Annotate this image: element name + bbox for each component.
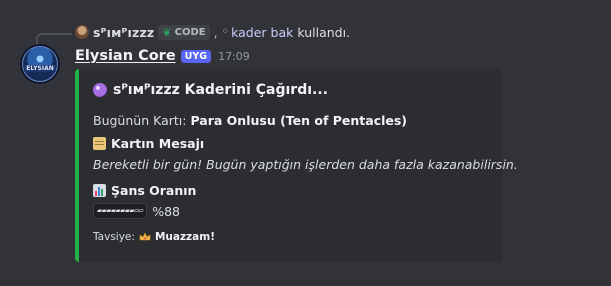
card-label: Bugünün Kartı: [93, 113, 187, 128]
message-header: Elysian Core UYG 17:09 [75, 46, 250, 66]
separator: , [213, 24, 218, 40]
slash-command[interactable]: ⁘ kader bak [222, 25, 294, 40]
luck-heading: Şans Oranın [93, 183, 196, 198]
replied-user-avatar[interactable] [75, 25, 89, 39]
recommendation: Tavsiye: Muazzam! [93, 231, 215, 243]
scroll-icon [93, 137, 106, 150]
crest-label: ELYSIAN [24, 65, 56, 72]
leaf-icon: ❦ [162, 25, 172, 39]
luck-progress-bar: ▰▰▰▰▰▰▰▰▱▱ [93, 203, 148, 219]
reply-reference[interactable]: ꜱᴾıмᴾızzz ❦ CODE , ⁘ kader bak kullandı. [75, 23, 350, 41]
crown-icon [139, 232, 151, 241]
elysian-crest-icon: ELYSIAN [22, 46, 58, 82]
luck-heading-text: Şans Oranın [111, 183, 197, 198]
command-chip[interactable]: ❦ CODE [158, 24, 210, 40]
recommend-value: Muazzam! [154, 231, 215, 243]
crystal-ball-icon [93, 83, 107, 97]
used-text: kullandı. [297, 24, 351, 40]
luck-line: ▰▰▰▰▰▰▰▰▱▱ %88 [93, 203, 180, 219]
message-heading: Kartın Mesajı [93, 136, 204, 151]
card-value: Para Onlusu (Ten of Pentacles) [190, 113, 408, 128]
embed-title-text: ꜱᴾıмᴾızzz Kaderini Çağırdı... [113, 82, 328, 98]
app-tag[interactable]: UYG [180, 49, 212, 63]
bot-avatar[interactable]: ELYSIAN [20, 44, 60, 84]
timestamp[interactable]: 17:09 [218, 50, 250, 63]
embed-title: ꜱᴾıмᴾızzz Kaderini Çağırdı... [93, 82, 328, 98]
slash-command-name: kader bak [231, 24, 294, 40]
bot-name[interactable]: Elysian Core [75, 48, 176, 64]
command-chip-label: CODE [174, 26, 206, 38]
recommend-label: Tavsiye: [93, 231, 135, 243]
replied-username[interactable]: ꜱᴾıмᴾızzz [93, 25, 154, 40]
bar-chart-icon [93, 184, 106, 197]
embed-card: ꜱᴾıмᴾızzz Kaderini Çağırdı... Bugünün Ka… [75, 69, 518, 262]
app-command-icon: ⁘ [221, 27, 229, 37]
card-line: Bugünün Kartı: Para Onlusu (Ten of Penta… [93, 113, 407, 128]
luck-percent: %88 [152, 203, 180, 219]
message-text: Bereketli bir gün! Bugün yaptığın işlerd… [93, 157, 518, 172]
message-heading-text: Kartın Mesajı [111, 136, 205, 151]
